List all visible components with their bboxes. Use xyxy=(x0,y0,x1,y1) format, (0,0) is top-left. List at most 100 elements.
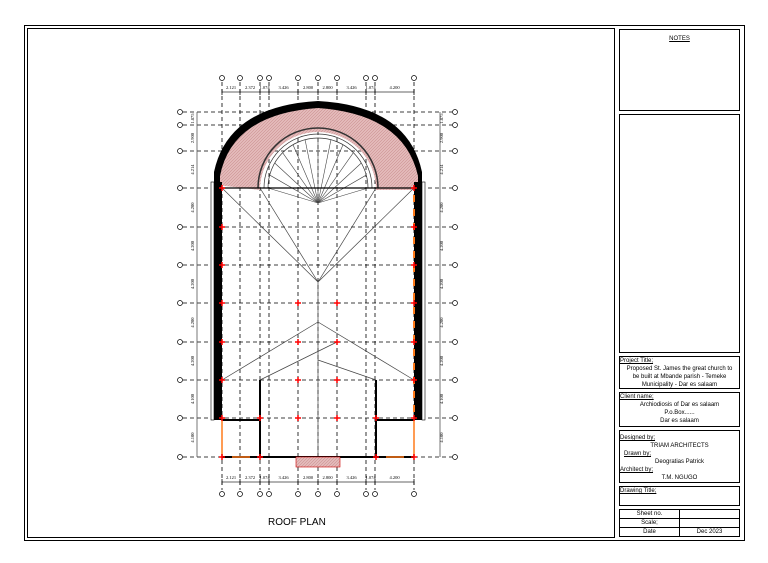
project-line: be built at Mbande parish - Temeke xyxy=(632,374,727,380)
grid-bubble xyxy=(177,224,183,230)
dimension-label: 2.800 xyxy=(322,475,333,480)
dimension-label: 1.875 xyxy=(439,113,444,124)
grid-bubble xyxy=(452,339,458,345)
grid-bubble xyxy=(295,491,301,497)
date-label: Date xyxy=(619,527,680,537)
grid-bubble xyxy=(266,491,272,497)
dimension-label: 2.800 xyxy=(322,85,333,90)
grid-bubble xyxy=(411,75,417,81)
dimension-label: 3.426 xyxy=(346,85,357,90)
dimension-label: 4.200 xyxy=(190,278,195,289)
grid-bubble xyxy=(452,415,458,421)
grid-bubble xyxy=(177,185,183,191)
grid-bubble xyxy=(295,75,301,81)
dimension-label: 4.200 xyxy=(389,85,400,90)
dimension-label: 2.900 xyxy=(439,132,444,143)
left-wall-edge xyxy=(210,181,215,421)
fan-rafter xyxy=(317,187,369,204)
grid-bubble xyxy=(257,75,263,81)
grid-bubble xyxy=(177,415,183,421)
client-line: Archiodiosis of Dar es salaam xyxy=(639,402,720,408)
sheet-info-table: Sheet no. Scale; Date Dec 2023 xyxy=(619,509,740,537)
dimension-label: 4.100 xyxy=(439,432,444,443)
grid-bubble xyxy=(452,300,458,306)
fan-rafter xyxy=(317,174,367,204)
grid-bubble xyxy=(177,262,183,268)
project-title-box: Project Title; Proposed St. James the gr… xyxy=(619,356,740,389)
dimension-label: 1.074 xyxy=(365,475,376,480)
notes-content-box xyxy=(619,114,740,353)
client-label: Client name; xyxy=(620,394,654,400)
fan-rafter xyxy=(267,187,319,204)
grid-bubble xyxy=(177,339,183,345)
drawing-title-box: Drawing Title; xyxy=(619,486,740,506)
grid-bubble xyxy=(372,491,378,497)
dimension-label: 3.426 xyxy=(346,475,357,480)
grid-bubble xyxy=(315,491,321,497)
dimension-label: 4.100 xyxy=(190,432,195,443)
dimension-label: 3.426 xyxy=(278,85,289,90)
drawn-value: Deogratias Patrick xyxy=(654,459,705,465)
dimension-label: 4.100 xyxy=(439,393,444,404)
column-marker xyxy=(295,339,301,345)
project-title-label: Project Title; xyxy=(620,358,654,364)
grid-bubble xyxy=(363,491,369,497)
scale-value xyxy=(679,518,740,528)
roof-hip-line xyxy=(317,359,377,381)
project-line: Municipality - Dar es salaam xyxy=(641,382,718,388)
grid-bubble xyxy=(411,491,417,497)
dimension-label: 2.121 xyxy=(226,475,236,480)
column-marker xyxy=(334,300,340,306)
grid-bubble xyxy=(452,377,458,383)
notes-box: NOTES xyxy=(619,29,740,111)
roof-hip-line xyxy=(221,187,319,283)
dimension-label: 4.200 xyxy=(439,240,444,251)
dimension-label: 4.100 xyxy=(190,393,195,404)
grid-bubble xyxy=(177,148,183,154)
sheet-label: Sheet no. xyxy=(619,509,680,519)
grid-bubble xyxy=(177,454,183,460)
dimension-label: 2.800 xyxy=(303,475,314,480)
grid-bubble xyxy=(334,75,340,81)
column-marker xyxy=(295,377,301,383)
fan-rafter xyxy=(292,144,319,204)
column-marker xyxy=(257,454,263,460)
grid-bubble xyxy=(219,491,225,497)
dimension-label: 2.121 xyxy=(226,85,236,90)
dimension-label: 2.372 xyxy=(245,85,255,90)
dimension-label: 2.800 xyxy=(303,85,314,90)
fan-rafter xyxy=(317,144,344,204)
dimension-label: 4.200 xyxy=(190,240,195,251)
grid-bubble xyxy=(177,377,183,383)
column-marker xyxy=(334,339,340,345)
grid-bubble xyxy=(452,262,458,268)
roof-hip-line xyxy=(221,321,319,381)
grid-bubble xyxy=(177,109,183,115)
dimension-label: 4.200 xyxy=(439,202,444,213)
grid-bubble xyxy=(452,185,458,191)
roof-hip-line xyxy=(259,341,338,381)
architect-value: T.M. NGUGO xyxy=(661,475,698,481)
dimension-label: 1.074 xyxy=(259,475,270,480)
designed-value: TRIAM ARCHITECTS xyxy=(650,443,709,449)
column-marker xyxy=(411,454,417,460)
grid-bubble xyxy=(334,491,340,497)
left-wall xyxy=(214,182,222,420)
dimension-label: 4.214 xyxy=(439,164,444,175)
fan-rafter xyxy=(269,174,319,204)
entrance-step xyxy=(295,456,341,468)
dimension-label: 1.074 xyxy=(259,85,270,90)
dimension-label: 3.426 xyxy=(278,475,289,480)
scale-label: Scale; xyxy=(619,518,680,528)
sheet-value xyxy=(679,509,740,519)
dimension-label: 1.074 xyxy=(365,85,376,90)
notes-heading: NOTES xyxy=(669,36,690,42)
right-wall xyxy=(414,182,422,420)
column-marker xyxy=(295,300,301,306)
dimension-label: 4.200 xyxy=(439,317,444,328)
dimension-label: 4.200 xyxy=(439,278,444,289)
right-wall-edge xyxy=(421,181,426,421)
grid-bubble xyxy=(257,491,263,497)
grid-bubble xyxy=(452,148,458,154)
grid-bubble xyxy=(452,224,458,230)
